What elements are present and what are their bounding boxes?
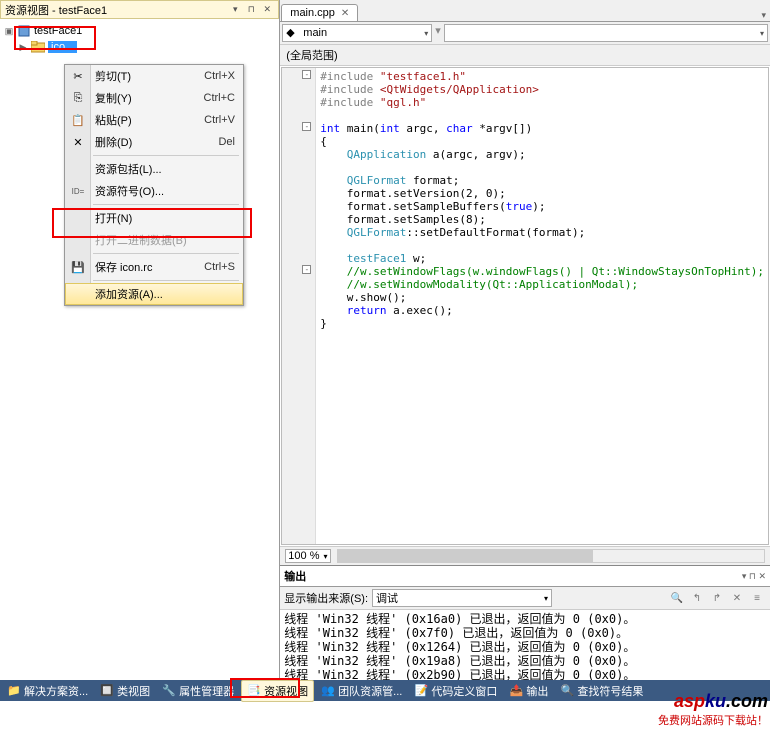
fold-icon[interactable]: -: [302, 122, 311, 131]
tab-label: 团队资源管...: [338, 683, 402, 699]
chevron-down-icon: ▾: [424, 29, 428, 38]
tab-label: 属性管理器: [179, 683, 234, 699]
panel-title: 资源视图 - testFace1: [5, 2, 228, 18]
zoom-combo[interactable]: 100 % ▾: [285, 549, 330, 563]
context-menu: ✂剪切(T)Ctrl+X ⎘复制(Y)Ctrl+C 📋粘贴(P)Ctrl+V ✕…: [64, 64, 244, 306]
fold-icon[interactable]: -: [302, 70, 311, 79]
tab-overflow-icon[interactable]: ▾: [761, 10, 766, 21]
ctx-save[interactable]: 💾保存 icon.rcCtrl+S: [65, 256, 243, 278]
scope-label: (全局范围): [280, 45, 770, 66]
tab-icon: 🔧: [162, 684, 176, 698]
copy-icon: ⎘: [70, 90, 86, 106]
bottom-tab[interactable]: 📝代码定义窗口: [409, 681, 502, 701]
chevron-down-icon: ▾: [323, 552, 327, 561]
output-toolbar: 显示输出来源(S): 调试 ▾ 🔍 ↰ ↱ ✕ ≡: [280, 587, 770, 610]
id-icon: ID=: [70, 183, 86, 199]
chevron-right-icon[interactable]: ▶: [18, 42, 28, 52]
file-tab-label: main.cpp: [290, 7, 335, 19]
zoom-value: 100 %: [288, 550, 319, 562]
output-btn-next[interactable]: ↱: [708, 589, 726, 607]
ctx-resource-symbol[interactable]: ID=资源符号(O)...: [65, 180, 243, 202]
tab-label: 输出: [526, 683, 548, 699]
tab-icon: 📤: [509, 684, 523, 698]
output-source-label: 显示输出来源(S):: [284, 590, 368, 606]
cut-icon: ✂: [70, 68, 86, 84]
editor-panel: main.cpp ✕ ▾ ◆ main ▾ ▾ ▾ (全局范围) - - - #…: [280, 0, 770, 680]
resource-view-panel: 资源视图 - testFace1 ▾ ⊓ ✕ ▣ testFace1 ▶ ico…: [0, 0, 280, 680]
root-label: testFace1: [34, 25, 82, 37]
bottom-tab[interactable]: 🔲类视图: [95, 681, 155, 701]
output-title: 输出 ▾ ⊓ ✕: [280, 566, 770, 587]
paste-icon: 📋: [70, 112, 86, 128]
tab-label: 资源视图: [264, 683, 308, 699]
navigation-bar: ◆ main ▾ ▾ ▾: [280, 22, 770, 45]
fold-icon[interactable]: -: [302, 265, 311, 274]
output-source-value: 调试: [376, 590, 398, 606]
bottom-tab-strip: 📁解决方案资...🔲类视图🔧属性管理器📑资源视图👥团队资源管...📝代码定义窗口…: [0, 680, 770, 701]
ctx-open[interactable]: 打开(N): [65, 207, 243, 229]
ctx-paste[interactable]: 📋粘贴(P)Ctrl+V: [65, 109, 243, 131]
dropdown-icon[interactable]: ▾: [228, 3, 242, 17]
member-combo[interactable]: ▾: [444, 24, 768, 42]
ctx-copy[interactable]: ⎘复制(Y)Ctrl+C: [65, 87, 243, 109]
code-editor[interactable]: - - - #include "testface1.h" #include <Q…: [281, 67, 769, 545]
tab-label: 类视图: [117, 683, 150, 699]
code-gutter: - - -: [282, 68, 316, 544]
tab-close-icon[interactable]: ✕: [341, 8, 349, 19]
panel-header: 资源视图 - testFace1 ▾ ⊓ ✕: [0, 0, 279, 19]
tab-label: 代码定义窗口: [431, 683, 497, 699]
folder-label: ico...: [48, 41, 77, 53]
delete-icon: ✕: [70, 134, 86, 150]
watermark: aspku.com 免费网站源码下载站！: [658, 691, 768, 728]
tab-label: 解决方案资...: [24, 683, 88, 699]
tab-icon: 🔲: [100, 684, 114, 698]
bottom-tab[interactable]: 📁解决方案资...: [2, 681, 93, 701]
chevron-down-icon: ▾: [544, 594, 548, 603]
output-text[interactable]: 线程 'Win32 线程' (0x16a0) 已退出，返回值为 0 (0x0)。…: [280, 610, 770, 680]
bottom-tab[interactable]: 🔧属性管理器: [157, 681, 239, 701]
tab-icon: 📝: [414, 684, 428, 698]
tab-label: 查找符号结果: [577, 683, 643, 699]
project-icon: [17, 24, 31, 38]
tab-icon: 📑: [247, 684, 261, 698]
pin-icon[interactable]: ⊓: [244, 3, 258, 17]
method-icon: ◆: [286, 26, 300, 40]
chevron-down-icon: ▾: [760, 29, 764, 38]
ctx-resource-include[interactable]: 资源包括(L)...: [65, 158, 243, 180]
output-panel: 输出 ▾ ⊓ ✕ 显示输出来源(S): 调试 ▾ 🔍 ↰ ↱ ✕ ≡ 线程 'W…: [280, 565, 770, 680]
bottom-tab[interactable]: 📑资源视图: [241, 680, 314, 702]
tree-root[interactable]: ▣ testFace1: [2, 23, 277, 39]
folder-icon: [31, 40, 45, 54]
output-btn-clear[interactable]: ✕: [728, 589, 746, 607]
tab-icon: 📁: [7, 684, 21, 698]
tab-icon: 👥: [321, 684, 335, 698]
ctx-delete[interactable]: ✕删除(D)Del: [65, 131, 243, 153]
horizontal-scrollbar[interactable]: [337, 549, 766, 563]
resource-tree: ▣ testFace1 ▶ ico... ✂剪切(T)Ctrl+X ⎘复制(Y)…: [0, 19, 279, 680]
ctx-add-resource[interactable]: 添加资源(A)...: [65, 283, 243, 305]
scope-combo[interactable]: ◆ main ▾: [282, 24, 432, 42]
tab-icon: 🔍: [560, 684, 574, 698]
file-tab-main[interactable]: main.cpp ✕: [281, 4, 358, 21]
save-icon: 💾: [70, 259, 86, 275]
code-content[interactable]: #include "testface1.h" #include <QtWidge…: [316, 68, 768, 544]
output-source-combo[interactable]: 调试 ▾: [372, 589, 552, 607]
nav-value: main: [303, 27, 327, 39]
zoom-status-bar: 100 % ▾: [280, 546, 770, 565]
close-icon[interactable]: ✕: [260, 3, 274, 17]
output-btn-wrap[interactable]: ≡: [748, 589, 766, 607]
ctx-cut[interactable]: ✂剪切(T)Ctrl+X: [65, 65, 243, 87]
tree-folder[interactable]: ▶ ico...: [2, 39, 277, 55]
bottom-tab[interactable]: 🔍查找符号结果: [555, 681, 648, 701]
output-btn-prev[interactable]: ↰: [688, 589, 706, 607]
output-btn-find[interactable]: 🔍: [668, 589, 686, 607]
ctx-open-binary: 打开二进制数据(B): [65, 229, 243, 251]
bottom-tab[interactable]: 📤输出: [504, 681, 553, 701]
file-tab-strip: main.cpp ✕ ▾: [280, 0, 770, 22]
expand-icon[interactable]: ▣: [4, 26, 14, 36]
bottom-tab[interactable]: 👥团队资源管...: [316, 681, 407, 701]
